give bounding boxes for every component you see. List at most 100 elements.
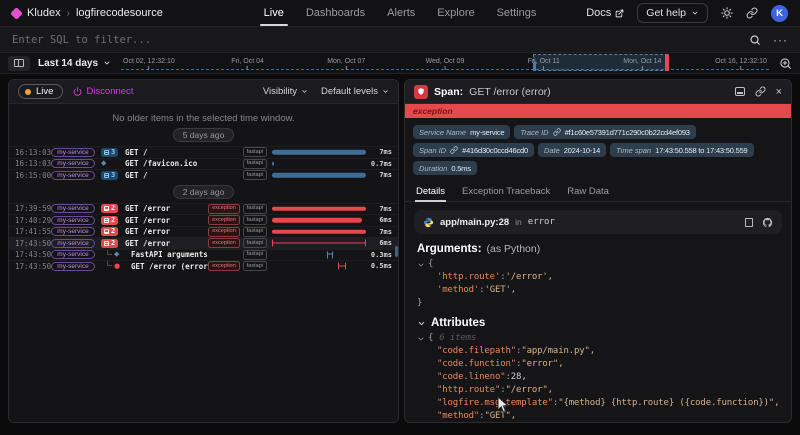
toggle-sidebar-button[interactable]	[8, 56, 30, 71]
trace-row[interactable]: 17:41:55my-service2GET /errorexceptionfa…	[9, 226, 398, 238]
nav-tab-explore[interactable]: Explore	[437, 0, 474, 26]
visibility-label: Visibility	[263, 86, 297, 97]
nav-tab-settings[interactable]: Settings	[497, 0, 537, 26]
docs-link[interactable]: Docs	[586, 7, 624, 19]
org-name[interactable]: Kludex	[27, 7, 61, 19]
close-icon[interactable]: ×	[776, 87, 782, 97]
selection-right-handle[interactable]	[665, 54, 669, 71]
trace-row-tags: exceptionfastapi	[208, 238, 267, 248]
span-count-badge[interactable]: 2	[101, 216, 118, 225]
span-count: 2	[111, 216, 115, 225]
attributes-heading[interactable]: Attributes	[417, 317, 779, 329]
span-count-badge[interactable]: 2	[101, 204, 118, 213]
copy-icon[interactable]	[745, 218, 753, 227]
collapse-icon	[104, 150, 109, 155]
live-button[interactable]: Live	[18, 84, 63, 99]
trace-row[interactable]: 17:43:50my-service◆FastAPI argumentsfast…	[9, 249, 398, 261]
visibility-dropdown[interactable]: Visibility	[263, 86, 308, 97]
nav-tab-alerts[interactable]: Alerts	[387, 0, 415, 26]
collapse-caret-icon[interactable]	[417, 335, 425, 343]
trace-row-name: GET /error	[125, 239, 170, 248]
trace-row[interactable]: 17:40:29my-service2GET /errorexceptionfa…	[9, 214, 398, 226]
trace-row[interactable]: 17:39:59my-service2GET /errorexceptionfa…	[9, 203, 398, 215]
logfire-logo-icon[interactable]	[10, 7, 23, 20]
tag-fastapi: fastapi	[243, 261, 267, 271]
sql-filter-bar: ···	[0, 26, 800, 53]
meta-pill-service-name[interactable]: Service Namemy-service	[413, 125, 510, 139]
theme-toggle-icon[interactable]	[721, 7, 733, 19]
disconnect-button[interactable]: Disconnect	[73, 86, 133, 97]
code-value: '/error',	[506, 271, 553, 284]
nav-tab-live[interactable]: Live	[264, 0, 284, 26]
tag-exception: exception	[208, 238, 240, 248]
collapse-caret-icon[interactable]	[417, 261, 425, 269]
trace-row-node: 2	[101, 204, 121, 213]
code-location-card[interactable]: app/main.py:28 in error	[414, 210, 782, 234]
meta-pill-trace-id[interactable]: Trace ID#f1c60e57391d771c290c0b22cd4ef09…	[514, 125, 695, 139]
span-count-badge[interactable]: 3	[101, 171, 118, 180]
span-count-badge[interactable]: 3	[101, 148, 118, 157]
get-help-button[interactable]: Get help	[637, 3, 708, 23]
timeline-tick-mark	[346, 66, 347, 70]
trace-row-duration: 0.7ms	[366, 160, 392, 168]
trace-row[interactable]: 17:43:50my-service2GET /errorexceptionfa…	[9, 237, 398, 249]
meta-value: 17:43:50.558 to 17:43:50.559	[655, 146, 747, 155]
code-key: "logfire.msg_template"	[437, 397, 553, 410]
brace: }	[417, 297, 422, 310]
breadcrumb-separator-icon: ›	[67, 8, 70, 19]
copy-link-icon[interactable]	[755, 86, 766, 97]
dock-panel-icon[interactable]	[735, 87, 745, 96]
default-levels-dropdown[interactable]: Default levels	[321, 86, 389, 97]
zoom-in-icon[interactable]	[779, 57, 792, 70]
live-status-dot-icon	[25, 89, 31, 95]
time-range-select[interactable]: Last 14 days	[38, 58, 111, 69]
duration-bar	[327, 251, 334, 258]
timeline-tick-mark	[444, 66, 445, 70]
trace-row[interactable]: 16:13:03my-service3GET /fastapi7ms	[9, 146, 398, 158]
error-span-icon	[414, 85, 428, 99]
search-icon[interactable]	[749, 34, 761, 46]
service-tag: my-service	[51, 250, 95, 259]
timeline[interactable]: Oct 02, 12:32:10Fri, Oct 04Mon, Oct 07We…	[121, 53, 769, 73]
trace-list: No older items in the selected time wind…	[9, 104, 398, 422]
user-avatar[interactable]: K	[771, 5, 788, 22]
meta-pill-span-id[interactable]: Span ID#416d30c0ccd46cd0	[413, 143, 534, 157]
trace-row-node: 2	[101, 239, 121, 248]
panel-scrollbar-thumb[interactable]	[395, 246, 399, 257]
trace-row[interactable]: 16:13:03my-service◆GET /favicon.icofasta…	[9, 158, 398, 170]
span-count: 2	[111, 239, 115, 248]
more-menu-button[interactable]: ···	[773, 36, 788, 44]
main-content: Live Disconnect Visibility Default level…	[0, 74, 800, 435]
tab-details[interactable]: Details	[415, 181, 446, 201]
share-link-icon[interactable]	[746, 7, 758, 19]
service-tag: my-service	[51, 204, 95, 213]
trace-row[interactable]: 16:15:00my-service3GET /fastapi7ms	[9, 169, 398, 181]
trace-row-node: 3	[101, 148, 121, 157]
nav-tab-dashboards[interactable]: Dashboards	[306, 0, 365, 26]
collapse-caret-icon[interactable]	[417, 261, 425, 269]
github-icon[interactable]	[762, 217, 773, 228]
tab-exception-traceback[interactable]: Exception Traceback	[461, 181, 551, 201]
trace-row[interactable]: 17:43:50my-service●GET /error (error)exc…	[9, 260, 398, 272]
trace-row-time: 16:13:03	[15, 159, 51, 168]
trace-row-name: FastAPI arguments	[131, 250, 208, 259]
span-kind-label: Span:	[434, 86, 463, 98]
code-value: "{method} {http.route} ({code.function})…	[558, 397, 779, 410]
tree-connector-icon	[107, 261, 112, 266]
attributes-title: Attributes	[431, 317, 485, 329]
tab-raw-data[interactable]: Raw Data	[566, 181, 610, 201]
meta-pill-date[interactable]: Date2024-10-14	[538, 143, 606, 157]
project-name[interactable]: logfirecodesource	[76, 7, 163, 19]
tag-fastapi: fastapi	[243, 159, 267, 169]
span-count-badge[interactable]: 2	[101, 227, 118, 236]
meta-pill-duration[interactable]: Duration0.5ms	[413, 161, 477, 175]
collapse-caret-icon[interactable]	[417, 335, 425, 343]
meta-pill-time-span[interactable]: Time span17:43:50.558 to 17:43:50.559	[610, 143, 753, 157]
get-help-label: Get help	[646, 7, 686, 19]
sql-filter-input[interactable]	[12, 34, 737, 46]
code-line: "code.function": "error",	[417, 358, 779, 371]
brace: {	[428, 258, 433, 271]
span-count-badge[interactable]: 2	[101, 239, 118, 248]
code-key: "code.function"	[437, 358, 516, 371]
trace-row-node: ◆	[101, 160, 121, 167]
